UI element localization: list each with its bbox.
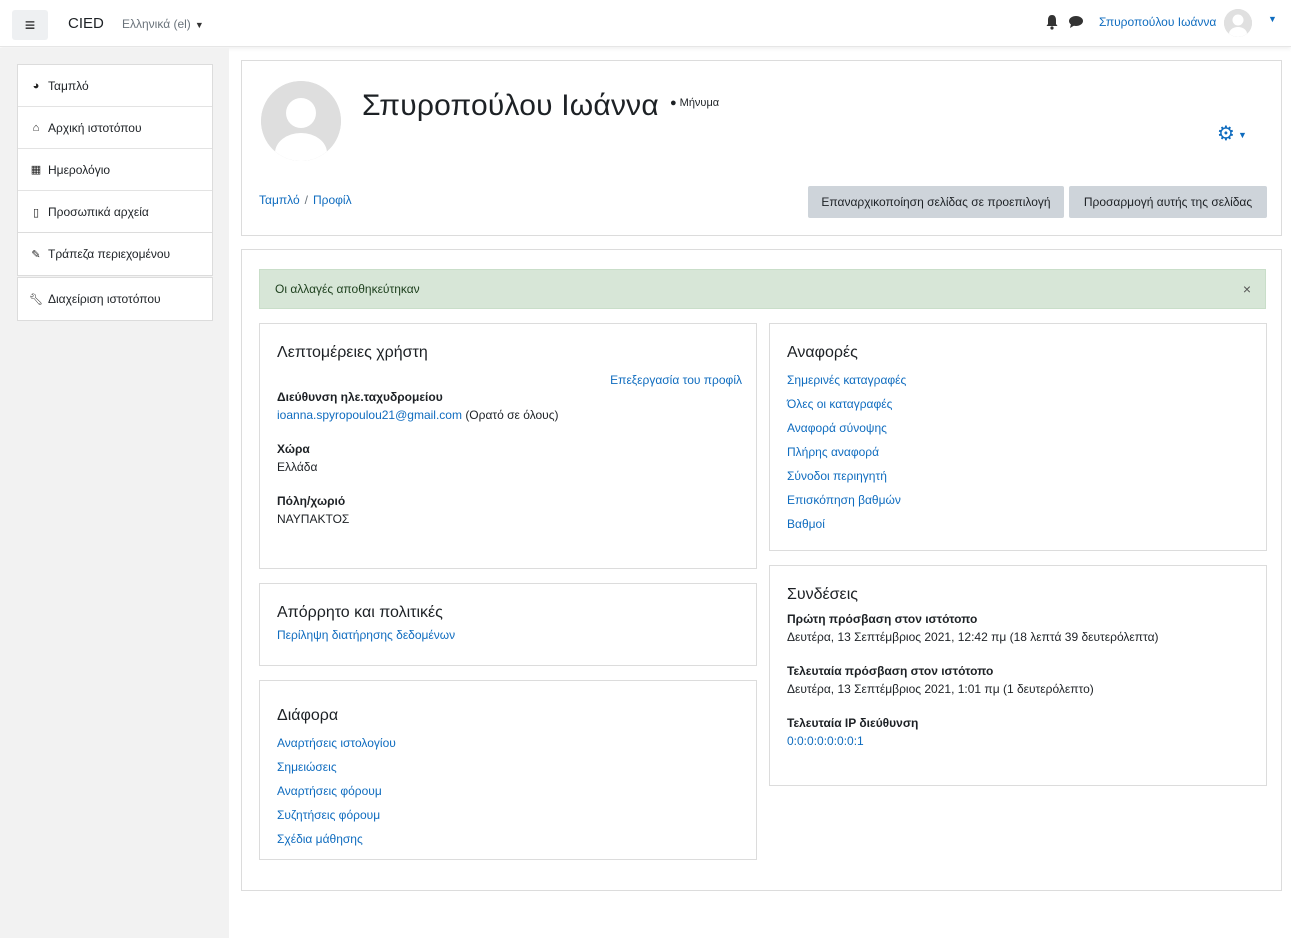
profile-avatar bbox=[261, 81, 341, 161]
chat-icon[interactable] bbox=[1068, 15, 1084, 29]
breadcrumb-profile[interactable]: Προφίλ bbox=[313, 193, 352, 207]
sidebar-item-dashboard[interactable]: ◕ Ταμπλό bbox=[18, 65, 212, 107]
grades-link[interactable]: Βαθμοί bbox=[787, 512, 1249, 536]
sidebar-item-site-admin[interactable]: 🔧︎ Διαχείριση ιστοτόπου bbox=[18, 278, 212, 320]
avatar-placeholder-icon bbox=[261, 81, 341, 161]
profile-content: Οι αλλαγές αποθηκεύτηκαν × Λεπτομέρειες … bbox=[241, 249, 1282, 891]
misc-section: Διάφορα Αναρτήσεις ιστολογίου Σημειώσεις… bbox=[259, 680, 757, 860]
sidebar-item-label: Διαχείριση ιστοτόπου bbox=[48, 292, 161, 306]
reports-section: Αναφορές Σημερινές καταγραφές Όλες οι κα… bbox=[769, 323, 1267, 551]
section-title: Λεπτομέρειες χρήστη bbox=[277, 344, 428, 361]
sidebar-item-content-bank[interactable]: ✎ Τράπεζα περιεχομένου bbox=[18, 233, 212, 275]
sidebar-item-label: Τράπεζα περιεχομένου bbox=[48, 247, 171, 261]
breadcrumb: Ταμπλό / Προφίλ bbox=[259, 193, 352, 207]
avatar[interactable] bbox=[1224, 9, 1252, 37]
forum-discussions-link[interactable]: Συζητήσεις φόρουμ bbox=[277, 803, 739, 827]
calendar-icon: ▦ bbox=[30, 164, 42, 176]
outline-report-link[interactable]: Αναφορά σύνοψης bbox=[787, 416, 1249, 440]
section-title: Συνδέσεις bbox=[787, 586, 858, 603]
paintbrush-icon: ✎ bbox=[31, 248, 41, 261]
user-details-section: Λεπτομέρειες χρήστη Επεξεργασία του προφ… bbox=[259, 323, 757, 569]
alert-text: Οι αλλαγές αποθηκεύτηκαν bbox=[275, 282, 420, 296]
nav-group-content: ✎ Τράπεζα περιεχομένου bbox=[17, 232, 213, 276]
browser-sessions-link[interactable]: Σύνοδοι περιηγητή bbox=[787, 464, 1249, 488]
sidebar-item-site-home[interactable]: ⌂ Αρχική ιστοτόπου bbox=[18, 107, 212, 149]
nav-group-main: ◕ Ταμπλό ⌂ Αρχική ιστοτόπου ▦ Ημερολόγιο ▯ Π… bbox=[17, 64, 213, 234]
learning-plans-link[interactable]: Σχέδια μάθησης bbox=[277, 827, 739, 851]
close-icon[interactable]: × bbox=[1243, 281, 1251, 297]
wrench-icon: 🔧︎ bbox=[29, 293, 43, 306]
sidebar-item-label: Αρχική ιστοτόπου bbox=[48, 120, 142, 135]
first-access-value: Δευτέρα, 13 Σεπτέμβριος 2021, 12:42 πμ (… bbox=[787, 630, 1159, 644]
email-label: Διεύθυνση ηλε.ταχυδρομείου bbox=[277, 390, 443, 404]
section-title: Διάφορα bbox=[277, 707, 339, 724]
chevron-down-icon: ▼ bbox=[1237, 129, 1247, 140]
first-access-label: Πρώτη πρόσβαση στον ιστότοπο bbox=[787, 612, 978, 626]
city-label: Πόλη/χωριό bbox=[277, 494, 346, 508]
reset-page-button[interactable]: Επαναρχικοποίηση σελίδας σε προεπιλογή bbox=[808, 186, 1064, 218]
last-ip-label: Τελευταία IP διεύθυνση bbox=[787, 716, 919, 730]
menu-toggle-icon[interactable]: ≡ bbox=[12, 10, 48, 40]
last-ip-link[interactable]: 0:0:0:0:0:0:0:1 bbox=[787, 732, 1249, 750]
chevron-down-icon: ▼ bbox=[194, 20, 204, 30]
grades-overview-link[interactable]: Επισκόπηση βαθμών bbox=[787, 488, 1249, 512]
top-navbar: ≡ CIED Ελληνικά (el) ▼ Σπυροπούλου Ιωάννα… bbox=[0, 0, 1291, 47]
last-access-label: Τελευταία πρόσβαση στον ιστότοπο bbox=[787, 664, 994, 678]
section-title: Αναφορές bbox=[787, 344, 858, 361]
customize-page-button[interactable]: Προσαρμογή αυτής της σελίδας bbox=[1069, 186, 1267, 218]
data-retention-link[interactable]: Περίληψη διατήρησης δεδομένων bbox=[277, 628, 739, 642]
site-brand[interactable]: CIED bbox=[68, 15, 104, 32]
complete-report-link[interactable]: Πλήρης αναφορά bbox=[787, 440, 1249, 464]
settings-menu[interactable]: ⚙ ▼ bbox=[1217, 121, 1247, 146]
forum-posts-link[interactable]: Αναρτήσεις φόρουμ bbox=[277, 779, 739, 803]
sidebar-item-label: Ημερολόγιο bbox=[48, 162, 111, 177]
nav-group-admin: 🔧︎ Διαχείριση ιστοτόπου bbox=[17, 277, 213, 321]
sidebar-item-label: Προσωπικά αρχεία bbox=[48, 205, 149, 219]
todays-logs-link[interactable]: Σημερινές καταγραφές bbox=[787, 368, 1249, 392]
last-access-value: Δευτέρα, 13 Σεπτέμβριος 2021, 1:01 πμ (1… bbox=[787, 682, 1094, 696]
sidebar-item-calendar[interactable]: ▦ Ημερολόγιο bbox=[18, 149, 212, 191]
section-title: Απόρρητο και πολιτικές bbox=[277, 604, 443, 621]
gear-icon: ⚙ bbox=[1217, 123, 1235, 145]
breadcrumb-separator: / bbox=[304, 193, 308, 207]
user-menu-chevron-icon[interactable]: ▼ bbox=[1268, 14, 1277, 24]
user-menu-name[interactable]: Σπυροπούλου Ιωάννα bbox=[1099, 15, 1216, 29]
bell-icon[interactable] bbox=[1045, 14, 1059, 30]
edit-profile-link[interactable]: Επεξεργασία του προφίλ bbox=[610, 373, 742, 387]
file-icon: ▯ bbox=[32, 206, 40, 219]
breadcrumb-dashboard[interactable]: Ταμπλό bbox=[259, 193, 300, 207]
blog-posts-link[interactable]: Αναρτήσεις ιστολογίου bbox=[277, 731, 739, 755]
chat-icon: ● bbox=[670, 97, 677, 109]
notes-link[interactable]: Σημειώσεις bbox=[277, 755, 739, 779]
sidebar-item-private-files[interactable]: ▯ Προσωπικά αρχεία bbox=[18, 191, 212, 233]
language-menu[interactable]: Ελληνικά (el) ▼ bbox=[122, 17, 204, 31]
privacy-section: Απόρρητο και πολιτικές Περίληψη διατήρησ… bbox=[259, 583, 757, 666]
page-header: Σπυροπούλου Ιωάννα ● Μήνυμα ⚙ ▼ Ταμπλό / Προ… bbox=[241, 60, 1282, 236]
country-value: Ελλάδα bbox=[277, 460, 318, 474]
page-title: Σπυροπούλου Ιωάννα bbox=[362, 89, 659, 122]
home-icon: ⌂ bbox=[32, 121, 40, 134]
avatar-placeholder-icon bbox=[1224, 9, 1252, 37]
message-label: Μήνυμα bbox=[679, 97, 720, 109]
dashboard-icon: ◕ bbox=[32, 79, 40, 92]
success-alert: Οι αλλαγές αποθηκεύτηκαν × bbox=[259, 269, 1266, 309]
email-link[interactable]: ioanna.spyropoulou21@gmail.com bbox=[277, 408, 462, 422]
sidebar-item-label: Ταμπλό bbox=[48, 78, 89, 93]
city-value: ΝΑΥΠΑΚΤΟΣ bbox=[277, 512, 350, 526]
message-link[interactable]: ● Μήνυμα bbox=[670, 97, 719, 109]
login-activity-section: Συνδέσεις Πρώτη πρόσβαση στον ιστότοπο Δ… bbox=[769, 565, 1267, 786]
email-visibility: (Ορατό σε όλους) bbox=[465, 408, 559, 422]
country-label: Χώρα bbox=[277, 442, 310, 456]
language-label: Ελληνικά (el) bbox=[122, 17, 191, 31]
all-logs-link[interactable]: Όλες οι καταγραφές bbox=[787, 392, 1249, 416]
